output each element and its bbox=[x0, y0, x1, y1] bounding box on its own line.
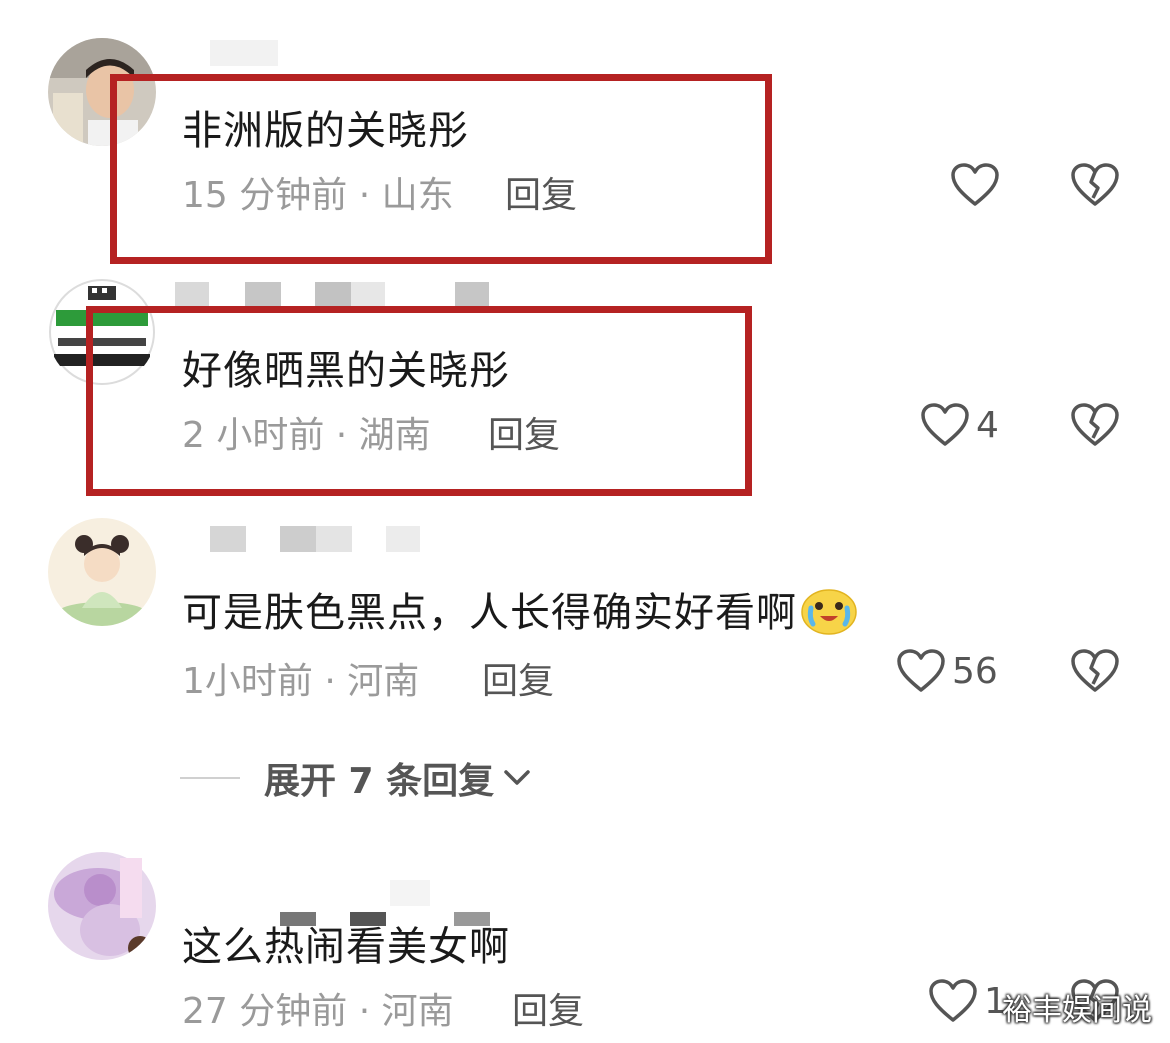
avatar[interactable] bbox=[48, 278, 156, 386]
comment-text: 可是肤色黑点，人长得确实好看啊 bbox=[182, 580, 857, 646]
expand-replies-button[interactable]: 展开 7 条回复 bbox=[180, 752, 534, 804]
like-button[interactable]: 56 bbox=[896, 648, 998, 694]
pixelated-overlay bbox=[454, 912, 490, 926]
avatar[interactable] bbox=[48, 38, 156, 146]
expand-replies-label: 展开 7 条回复 bbox=[264, 761, 495, 802]
broken-heart-icon bbox=[1071, 649, 1119, 692]
comment-meta: 2 小时前 · 湖南 bbox=[182, 415, 431, 456]
reply-button[interactable]: 回复 bbox=[512, 982, 584, 1034]
avatar-image bbox=[48, 518, 156, 626]
chevron-down-icon bbox=[504, 770, 530, 785]
heart-outline-icon bbox=[897, 649, 945, 692]
watermark: 裕丰娱间说 bbox=[1002, 993, 1152, 1028]
crying-laughing-face-icon bbox=[801, 584, 857, 646]
reply-button[interactable]: 回复 bbox=[505, 166, 577, 218]
dislike-button[interactable] bbox=[1070, 648, 1120, 698]
heart-outline-icon bbox=[921, 403, 969, 446]
reply-button[interactable]: 回复 bbox=[488, 406, 560, 458]
broken-heart-icon bbox=[1071, 403, 1119, 446]
comment-meta: 27 分钟前 · 河南 bbox=[182, 991, 454, 1032]
avatar[interactable] bbox=[48, 518, 156, 626]
avatar-image bbox=[48, 38, 156, 146]
dislike-button[interactable] bbox=[1070, 162, 1120, 212]
comment-text: 非洲版的关晓彤 bbox=[182, 108, 469, 154]
dislike-button[interactable] bbox=[1070, 402, 1120, 452]
divider-line bbox=[180, 777, 240, 779]
like-count: 56 bbox=[952, 650, 998, 692]
like-button[interactable]: 1 bbox=[928, 978, 1007, 1024]
broken-heart-icon bbox=[1071, 163, 1119, 206]
pixelated-overlay bbox=[350, 912, 386, 926]
avatar-image bbox=[48, 278, 156, 386]
highlight-box bbox=[86, 306, 752, 496]
reply-button[interactable]: 回复 bbox=[482, 652, 554, 704]
like-button[interactable]: 4 bbox=[920, 402, 999, 448]
like-count: 4 bbox=[976, 404, 999, 446]
heart-outline-icon bbox=[929, 979, 977, 1022]
comment-meta: 15 分钟前 · 山东 bbox=[182, 175, 454, 216]
heart-outline-icon bbox=[951, 163, 999, 206]
like-button[interactable] bbox=[950, 162, 1000, 208]
comment-text: 好像晒黑的关晓彤 bbox=[182, 348, 510, 394]
comment-meta: 1小时前 · 河南 bbox=[182, 661, 420, 702]
comment-text-content: 可是肤色黑点，人长得确实好看啊 bbox=[182, 590, 797, 636]
pixelated-overlay bbox=[280, 912, 316, 926]
